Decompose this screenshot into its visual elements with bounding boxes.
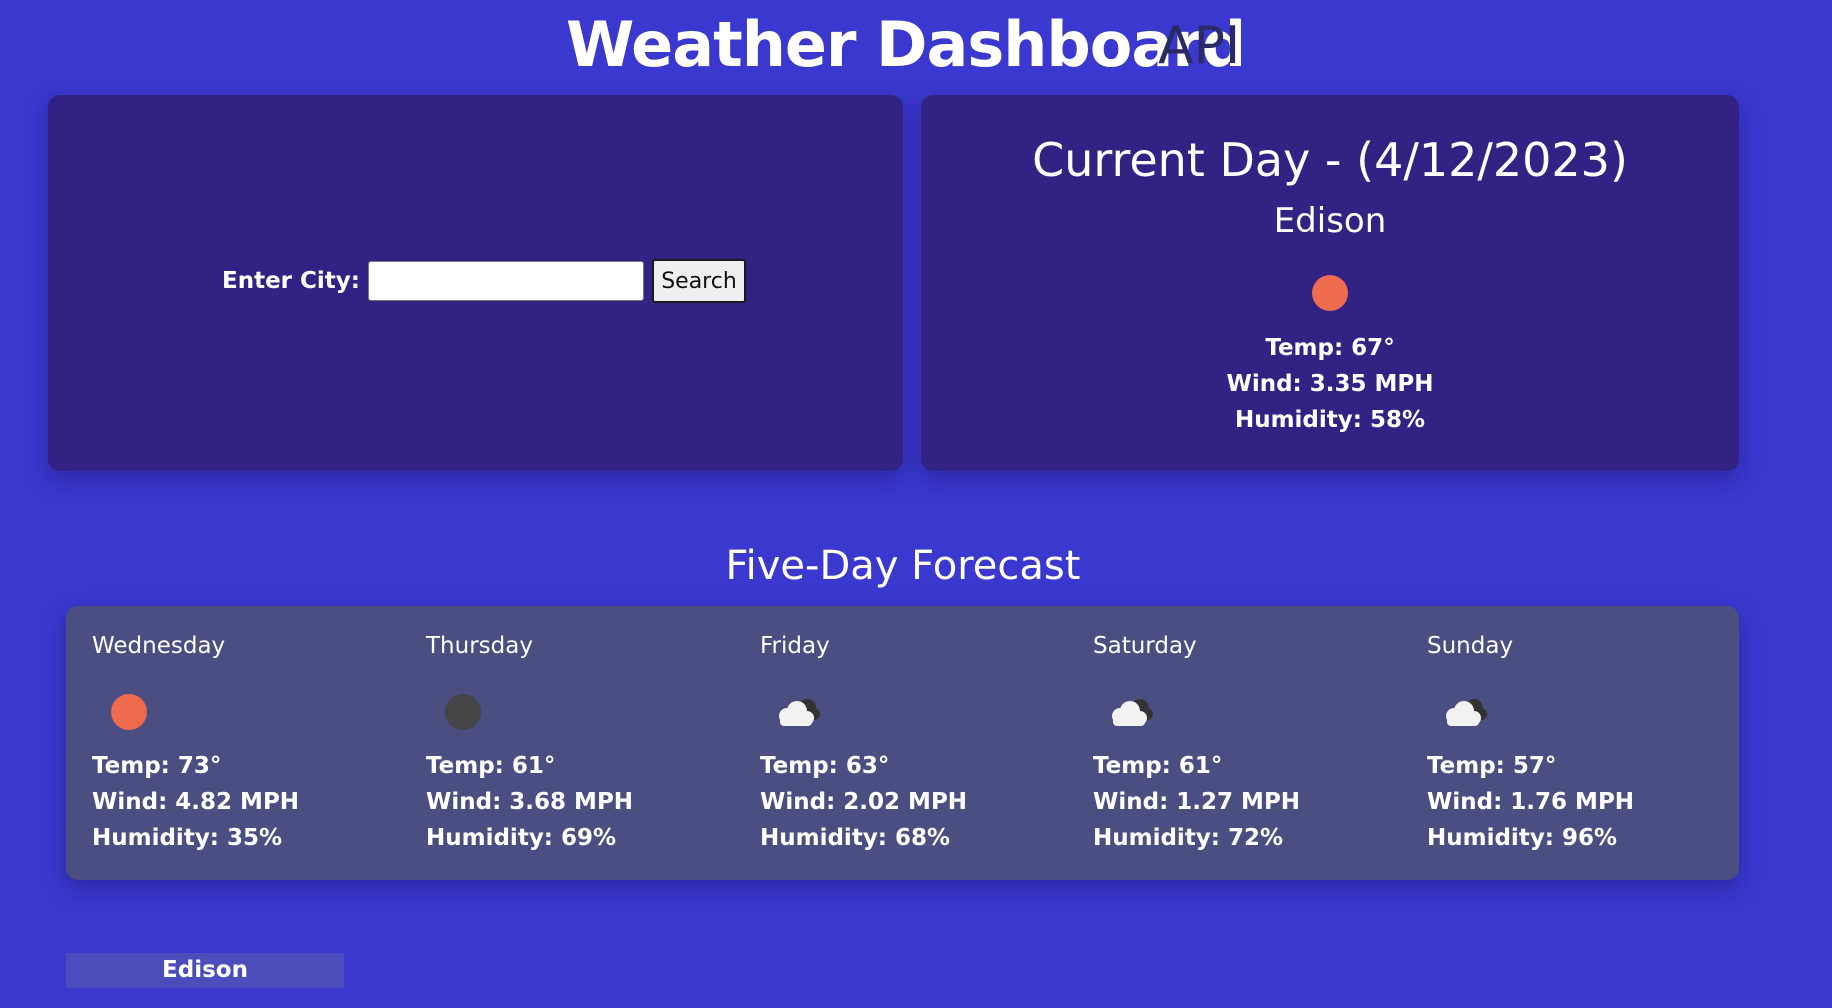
current-humidity: Humidity: 58% [1234,407,1426,433]
forecast-day-name: Thursday [426,633,533,659]
forecast-temp: Temp: 61° [426,753,556,779]
forecast-temp: Temp: 57° [1427,753,1557,779]
forecast-humidity: Humidity: 72% [1093,825,1284,851]
page-title: Weather Dashboard [566,8,1246,81]
cloud-icon [1437,692,1491,732]
current-wind: Wind: 3.35 MPH [1226,371,1434,397]
dark-circle-icon [436,692,490,732]
forecast-stats: Temp: 63° Wind: 2.02 MPH Humidity: 68% [760,748,967,856]
forecast-stats: Temp: 61° Wind: 1.27 MPH Humidity: 72% [1093,748,1300,856]
history-city-button[interactable]: Edison [66,953,344,988]
forecast-day: Sunday Temp: 57° Wind: 1.76 MPH Humidity… [1427,606,1727,880]
forecast-stats: Temp: 73° Wind: 4.82 MPH Humidity: 35% [92,748,299,856]
current-temp: Temp: 67° [1265,335,1395,361]
forecast-humidity: Humidity: 69% [426,825,617,851]
forecast-temp: Temp: 73° [92,753,222,779]
city-label: Enter City: [222,268,360,294]
forecast-wind: Wind: 1.27 MPH [1093,789,1301,815]
current-day-title: Current Day - (4/12/2023) [1032,133,1628,187]
forecast-humidity: Humidity: 96% [1427,825,1618,851]
forecast-day-name: Sunday [1427,633,1514,659]
current-stats: Temp: 67° Wind: 3.35 MPH Humidity: 58% [921,330,1739,438]
city-search-input[interactable] [367,261,644,301]
cloud-icon [770,692,824,732]
sun-icon [1312,275,1348,311]
search-button[interactable]: Search [651,259,746,303]
search-panel: Enter City: Search [48,95,903,471]
forecast-day-name: Saturday [1093,633,1197,659]
forecast-temp: Temp: 61° [1093,753,1223,779]
forecast-wind: Wind: 4.82 MPH [92,789,300,815]
forecast-stats: Temp: 57° Wind: 1.76 MPH Humidity: 96% [1427,748,1634,856]
forecast-heading: Five-Day Forecast [725,543,1081,589]
forecast-humidity: Humidity: 68% [760,825,951,851]
cloud-icon [1103,692,1157,732]
sun-icon [102,692,156,732]
forecast-day: Wednesday Temp: 73° Wind: 4.82 MPH Humid… [92,606,392,880]
forecast-temp: Temp: 63° [760,753,890,779]
forecast-panel: Wednesday Temp: 73° Wind: 4.82 MPH Humid… [66,606,1739,880]
forecast-day: Thursday Temp: 61° Wind: 3.68 MPH Humidi… [426,606,726,880]
header: Weather Dashboard API [0,0,1832,96]
forecast-day-name: Friday [760,633,830,659]
forecast-day-name: Wednesday [92,633,226,659]
api-label: API [1158,16,1241,76]
forecast-day: Friday Temp: 63° Wind: 2.02 MPH Humidity… [760,606,1060,880]
forecast-stats: Temp: 61° Wind: 3.68 MPH Humidity: 69% [426,748,633,856]
forecast-humidity: Humidity: 35% [92,825,283,851]
search-row: Enter City: Search [222,259,746,303]
current-city-name: Edison [1273,201,1387,241]
forecast-wind: Wind: 3.68 MPH [426,789,634,815]
forecast-wind: Wind: 2.02 MPH [760,789,968,815]
forecast-day: Saturday Temp: 61° Wind: 1.27 MPH Humidi… [1093,606,1393,880]
current-weather-panel: Current Day - (4/12/2023) Edison Temp: 6… [921,95,1739,471]
forecast-wind: Wind: 1.76 MPH [1427,789,1635,815]
